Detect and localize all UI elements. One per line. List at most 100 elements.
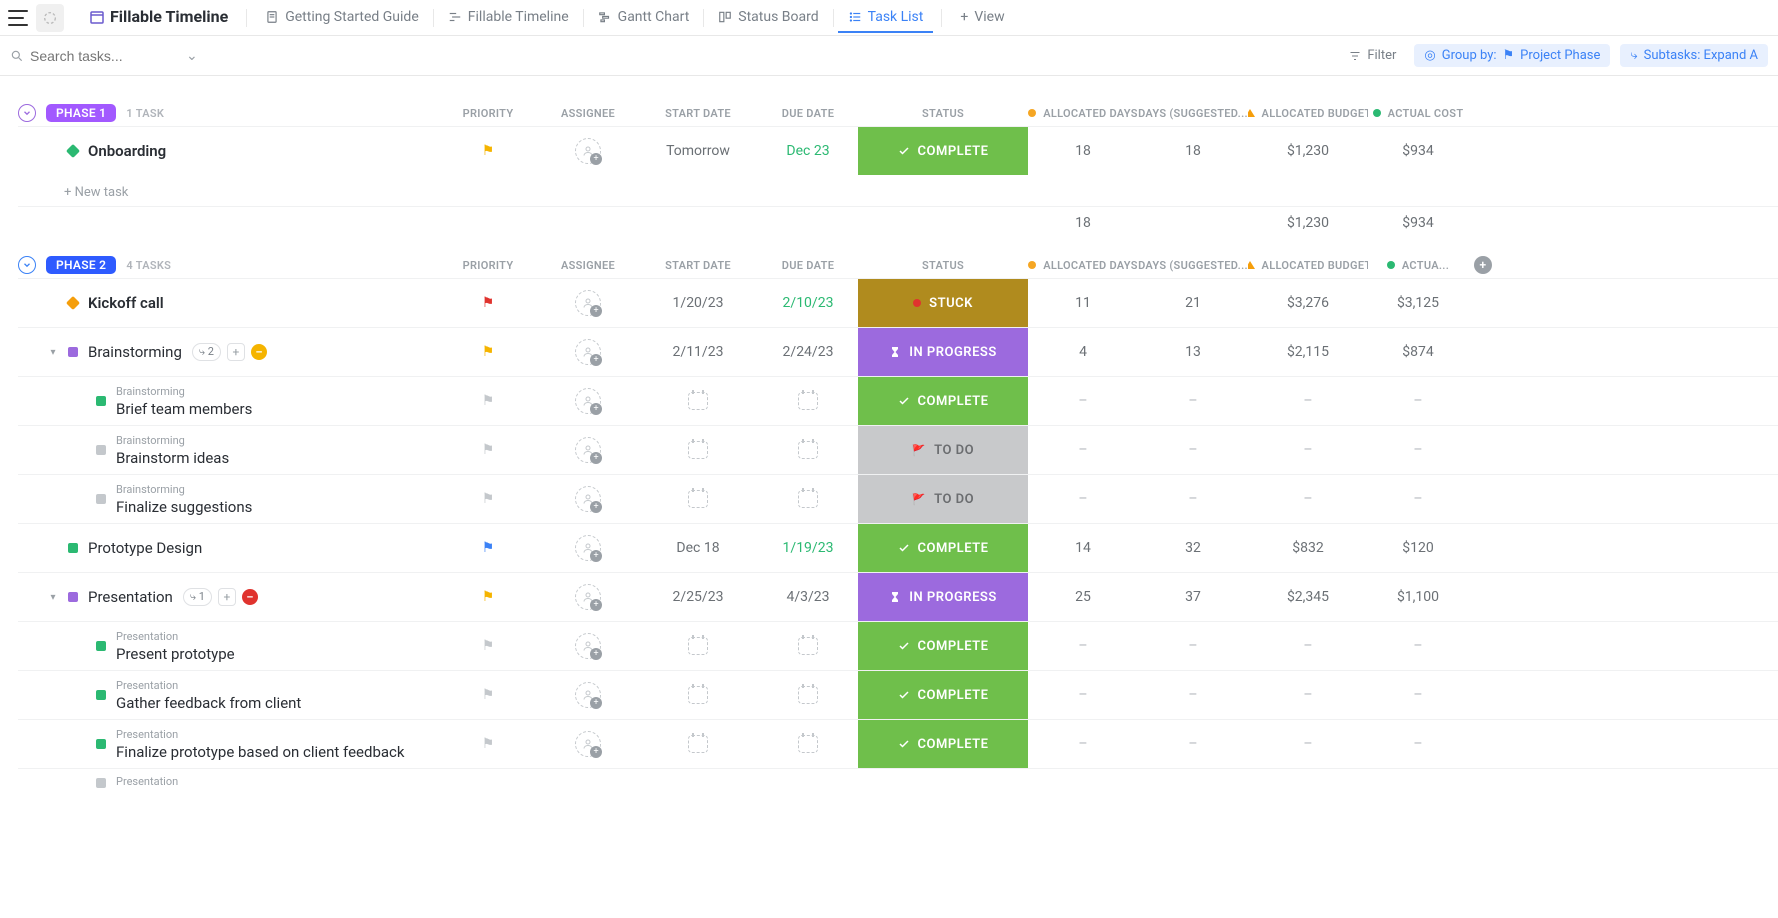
- priority-flag-icon[interactable]: ⚑: [482, 393, 495, 409]
- date-placeholder-icon[interactable]: [798, 490, 818, 508]
- assignee-placeholder[interactable]: [575, 388, 601, 414]
- assignee-placeholder[interactable]: [575, 584, 601, 610]
- cell-alloc-budget[interactable]: $2,115: [1248, 344, 1368, 360]
- cell-status[interactable]: IN PROGRESS: [858, 328, 1028, 376]
- cell-status[interactable]: IN PROGRESS: [858, 573, 1028, 621]
- assignee-placeholder[interactable]: [575, 437, 601, 463]
- cell-actual[interactable]: –: [1368, 393, 1468, 409]
- add-subtask-button[interactable]: +: [218, 588, 236, 606]
- cell-priority[interactable]: ⚑: [438, 736, 538, 752]
- chevron-down-icon[interactable]: ⌄: [186, 48, 198, 64]
- cell-actual[interactable]: $1,100: [1368, 589, 1468, 605]
- view-tab-fillable-timeline[interactable]: Fillable Timeline: [438, 3, 579, 33]
- cell-alloc-days[interactable]: 18: [1028, 143, 1138, 159]
- priority-flag-icon[interactable]: ⚑: [482, 736, 495, 752]
- task-row[interactable]: Brainstorming Brief team members ⚑ COMPL…: [18, 376, 1778, 425]
- subtasks-button[interactable]: ⤷ Subtasks: Expand A: [1620, 44, 1768, 67]
- assignee-placeholder[interactable]: [575, 290, 601, 316]
- cell-priority[interactable]: ⚑: [438, 491, 538, 507]
- cell-actual[interactable]: –: [1368, 687, 1468, 703]
- priority-flag-icon[interactable]: ⚑: [482, 589, 495, 605]
- task-row[interactable]: ▾ Prototype Design ⚑ Dec 18 1/19/23 COMP…: [18, 523, 1778, 572]
- cell-status[interactable]: STUCK: [858, 279, 1028, 327]
- assignee-placeholder[interactable]: [575, 731, 601, 757]
- collapse-icon[interactable]: [18, 104, 36, 122]
- cell-due[interactable]: 2/10/23: [758, 295, 858, 311]
- cell-due[interactable]: [758, 392, 858, 410]
- assignee-placeholder[interactable]: [575, 633, 601, 659]
- cell-due[interactable]: 2/24/23: [758, 344, 858, 360]
- cell-alloc-budget[interactable]: $1,230: [1248, 143, 1368, 159]
- cell-actual[interactable]: –: [1368, 442, 1468, 458]
- cell-alloc-days[interactable]: –: [1028, 638, 1138, 654]
- task-row[interactable]: Presentation Present prototype ⚑ COMPLET…: [18, 621, 1778, 670]
- cell-alloc-budget[interactable]: –: [1248, 393, 1368, 409]
- cell-alloc-budget[interactable]: –: [1248, 638, 1368, 654]
- cell-days-sugg[interactable]: 32: [1138, 540, 1248, 556]
- cell-alloc-budget[interactable]: –: [1248, 442, 1368, 458]
- cell-alloc-days[interactable]: 4: [1028, 344, 1138, 360]
- cell-alloc-days[interactable]: 14: [1028, 540, 1138, 556]
- cell-assignee[interactable]: [538, 388, 638, 414]
- cell-start[interactable]: Dec 18: [638, 540, 758, 556]
- task-row[interactable]: ▾ Brainstorming ⤷ 2 + – ⚑ 2/11/23 2/24/2…: [18, 327, 1778, 376]
- collapse-icon[interactable]: [18, 256, 36, 274]
- cell-days-sugg[interactable]: –: [1138, 638, 1248, 654]
- assignee-placeholder[interactable]: [575, 339, 601, 365]
- cell-days-sugg[interactable]: –: [1138, 393, 1248, 409]
- subtask-count-badge[interactable]: ⤷ 2: [192, 343, 221, 361]
- cell-status[interactable]: COMPLETE: [858, 671, 1028, 719]
- cell-status[interactable]: 🚩TO DO: [858, 475, 1028, 523]
- cell-due[interactable]: [758, 735, 858, 753]
- cell-priority[interactable]: ⚑: [438, 589, 538, 605]
- cell-alloc-days[interactable]: –: [1028, 491, 1138, 507]
- status-pill-inprogress[interactable]: IN PROGRESS: [858, 328, 1028, 376]
- status-pill-stuck[interactable]: STUCK: [858, 279, 1028, 327]
- col-add[interactable]: +: [1468, 256, 1498, 274]
- task-row[interactable]: Presentation Gather feedback from client…: [18, 670, 1778, 719]
- priority-flag-icon[interactable]: ⚑: [482, 687, 495, 703]
- expand-caret-icon[interactable]: ▾: [48, 347, 58, 358]
- task-row[interactable]: ▾ Presentation ⤷ 1 + – ⚑ 2/25/23 4/3/23 …: [18, 572, 1778, 621]
- date-placeholder-icon[interactable]: [688, 735, 708, 753]
- cell-start[interactable]: [638, 637, 758, 655]
- cell-due[interactable]: 1/19/23: [758, 540, 858, 556]
- cell-alloc-budget[interactable]: $2,345: [1248, 589, 1368, 605]
- cell-days-sugg[interactable]: –: [1138, 736, 1248, 752]
- date-placeholder-icon[interactable]: [798, 735, 818, 753]
- task-row[interactable]: ▾ Onboarding ⚑ Tomorrow Dec 23 COMPLETE …: [18, 126, 1778, 175]
- cell-alloc-days[interactable]: –: [1028, 687, 1138, 703]
- hamburger-menu-icon[interactable]: [8, 10, 28, 26]
- date-placeholder-icon[interactable]: [798, 441, 818, 459]
- add-column-icon[interactable]: +: [1474, 256, 1492, 274]
- priority-flag-icon[interactable]: ⚑: [482, 540, 495, 556]
- date-placeholder-icon[interactable]: [688, 392, 708, 410]
- cell-actual[interactable]: $874: [1368, 344, 1468, 360]
- phase-badge[interactable]: Phase 2: [46, 256, 116, 274]
- cell-days-sugg[interactable]: –: [1138, 491, 1248, 507]
- status-pill-todo[interactable]: 🚩TO DO: [858, 426, 1028, 474]
- task-row[interactable]: ▾ Kickoff call ⚑ 1/20/23 2/10/23 STUCK 1…: [18, 278, 1778, 327]
- cell-assignee[interactable]: [538, 290, 638, 316]
- task-row[interactable]: Presentation Finalize prototype based on…: [18, 719, 1778, 768]
- status-pill-complete[interactable]: COMPLETE: [858, 524, 1028, 572]
- assignee-placeholder[interactable]: [575, 138, 601, 164]
- cell-priority[interactable]: ⚑: [438, 393, 538, 409]
- date-placeholder-icon[interactable]: [798, 686, 818, 704]
- cell-start[interactable]: [638, 441, 758, 459]
- cell-priority[interactable]: ⚑: [438, 295, 538, 311]
- view-tab-task-list[interactable]: Task List: [838, 3, 934, 33]
- cell-due[interactable]: [758, 686, 858, 704]
- task-row[interactable]: Brainstorming Finalize suggestions ⚑ 🚩TO…: [18, 474, 1778, 523]
- cell-priority[interactable]: ⚑: [438, 540, 538, 556]
- cell-days-sugg[interactable]: 13: [1138, 344, 1248, 360]
- cell-priority[interactable]: ⚑: [438, 638, 538, 654]
- cell-actual[interactable]: $120: [1368, 540, 1468, 556]
- priority-flag-icon[interactable]: ⚑: [482, 344, 495, 360]
- cell-start[interactable]: 1/20/23: [638, 295, 758, 311]
- cell-status[interactable]: 🚩TO DO: [858, 426, 1028, 474]
- cell-assignee[interactable]: [538, 633, 638, 659]
- priority-flag-icon[interactable]: ⚑: [482, 638, 495, 654]
- cell-priority[interactable]: ⚑: [438, 143, 538, 159]
- cell-actual[interactable]: –: [1368, 638, 1468, 654]
